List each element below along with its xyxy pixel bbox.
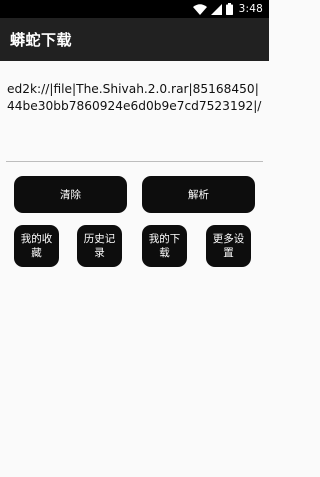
parse-button[interactable]: 解析 — [142, 176, 255, 213]
battery-icon — [225, 3, 233, 15]
favorites-button[interactable]: 我的收藏 — [14, 225, 59, 267]
history-button[interactable]: 历史记录 — [77, 225, 122, 267]
status-time: 3:48 — [238, 3, 263, 15]
status-icons: 3:48 — [192, 2, 263, 16]
link-input[interactable]: ed2k://|file|The.Shivah.2.0.rar|85168450… — [7, 81, 262, 115]
downloads-button[interactable]: 我的下载 — [142, 225, 187, 267]
app-bar: 蟒蛇下载 — [0, 18, 269, 61]
input-underline — [6, 161, 263, 162]
more-settings-button[interactable]: 更多设置 — [206, 225, 251, 267]
wifi-icon — [192, 3, 207, 15]
status-bar: 3:48 — [0, 0, 269, 18]
clear-button[interactable]: 清除 — [14, 176, 127, 213]
signal-icon — [210, 3, 222, 15]
app-title: 蟒蛇下载 — [10, 31, 73, 49]
